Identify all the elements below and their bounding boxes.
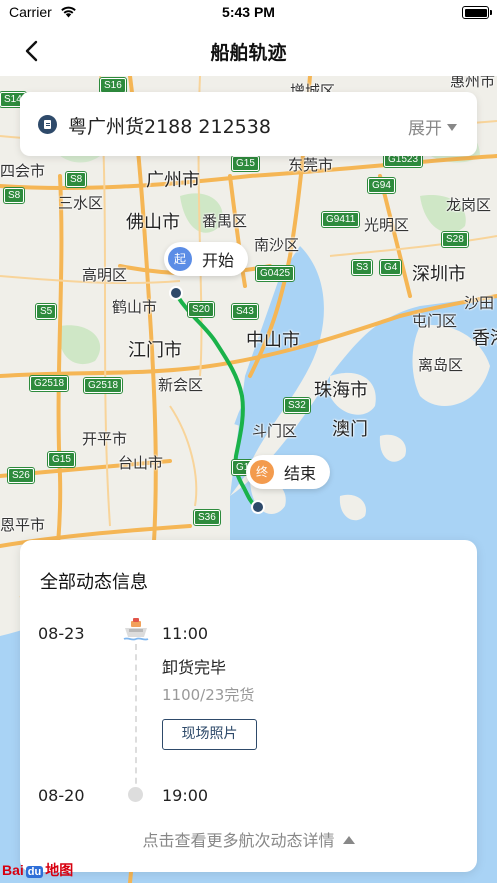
road-shield: G4: [378, 259, 403, 276]
caret-up-icon: [342, 835, 355, 844]
baidu-map-logo: Bai du 地图: [2, 860, 73, 880]
map-city-label: 斗门区: [252, 422, 298, 440]
timeline-line: [135, 644, 137, 794]
ship-info-card: 粤广州货2188 212538 展开: [20, 92, 477, 156]
map-city-label: 澳门: [332, 419, 368, 440]
ship-icon: [123, 618, 149, 641]
map-city-label: 惠州市: [450, 76, 496, 90]
map-city-label: 广州市: [146, 170, 200, 191]
road-shield: G94: [367, 177, 396, 194]
road-shield: S8: [64, 171, 88, 188]
view-more-link[interactable]: 点击查看更多航次动态详情: [20, 827, 477, 851]
road-shield: G0425: [254, 265, 296, 282]
road-shield: G2518: [28, 375, 70, 392]
map-city-label: 四会市: [0, 162, 46, 180]
map-city-label: 恩平市: [0, 516, 46, 534]
map-city-label: 珠海市: [314, 380, 368, 401]
road-shield: S32: [283, 397, 311, 414]
status-bar: Carrier 5:43 PM: [0, 0, 497, 26]
route-end-pin[interactable]: 终 结束: [246, 455, 331, 489]
event-time: 11:00: [162, 624, 209, 643]
event-time: 19:00: [162, 786, 209, 805]
road-shield: G15: [47, 451, 76, 468]
map-city-label: 新会区: [158, 376, 204, 394]
start-badge: 起: [168, 247, 192, 271]
event-detail: 1100/23完货: [162, 686, 255, 704]
road-shield: S5: [34, 303, 58, 320]
nav-bar: 船舶轨迹: [0, 26, 497, 76]
map-city-label: 高明区: [82, 266, 128, 284]
expand-label: 展开: [408, 119, 442, 139]
map-city-label: 台山市: [118, 454, 164, 472]
road-shield: S43: [231, 303, 259, 320]
road-shield: G15: [231, 155, 260, 172]
map-city-label: 光明区: [364, 216, 410, 234]
road-shield: S28: [441, 231, 469, 248]
map-city-label: 沙田: [464, 294, 495, 312]
event-status: 卸货完毕: [162, 658, 227, 677]
map-city-label: 龙岗区: [446, 196, 492, 214]
end-label: 结束: [284, 464, 317, 483]
map-city-label: 香港: [472, 328, 497, 349]
road-shield: S26: [7, 467, 35, 484]
event-date: 08-23: [38, 624, 85, 643]
map-city-label: 番禺区: [202, 212, 248, 230]
map-city-label: 佛山市: [126, 212, 180, 233]
road-shield: S36: [193, 509, 221, 526]
route-start-pin[interactable]: 起 开始: [164, 242, 249, 276]
road-shield: S8: [2, 187, 26, 204]
page-title: 船舶轨迹: [210, 42, 287, 64]
battery-icon: [462, 6, 492, 19]
timeline-dot: [128, 787, 143, 802]
road-shield: S3: [350, 259, 374, 276]
road-shield: S20: [187, 301, 215, 318]
end-badge: 终: [250, 460, 274, 484]
ship-name: 粤广州货2188 212538: [68, 116, 271, 138]
map-city-label: 深圳市: [412, 264, 466, 285]
view-more-label: 点击查看更多航次动态详情: [142, 831, 335, 850]
road-shield: G2518: [82, 377, 124, 394]
map-city-label: 屯门区: [412, 312, 458, 330]
panel-title: 全部动态信息: [40, 572, 148, 593]
dynamics-panel: 全部动态信息 08-23 11:00 卸货完毕 1100/23完货 现场照片 0…: [20, 540, 477, 872]
site-photos-button[interactable]: 现场照片: [162, 719, 257, 750]
map-city-label: 鹤山市: [112, 298, 158, 316]
map-city-label: 南沙区: [254, 236, 300, 254]
map-city-label: 开平市: [82, 430, 128, 448]
road-shield: S16: [99, 77, 127, 94]
map-city-label: 离岛区: [418, 356, 464, 374]
logo-part: du: [25, 866, 44, 878]
start-label: 开始: [202, 251, 235, 270]
document-icon: [38, 115, 57, 134]
map-city-label: 三水区: [58, 194, 104, 212]
map-city-label: 江门市: [128, 340, 182, 361]
clock: 5:43 PM: [222, 4, 275, 20]
road-shield: G9411: [320, 211, 361, 228]
map-city-label: 东莞市: [288, 156, 334, 174]
map-city-label: 中山市: [246, 330, 300, 351]
caret-down-icon: [447, 123, 457, 131]
event-date: 08-20: [38, 786, 85, 805]
expand-button[interactable]: 展开: [408, 114, 457, 139]
logo-part: 地图: [45, 862, 74, 878]
logo-part: Bai: [2, 862, 24, 878]
